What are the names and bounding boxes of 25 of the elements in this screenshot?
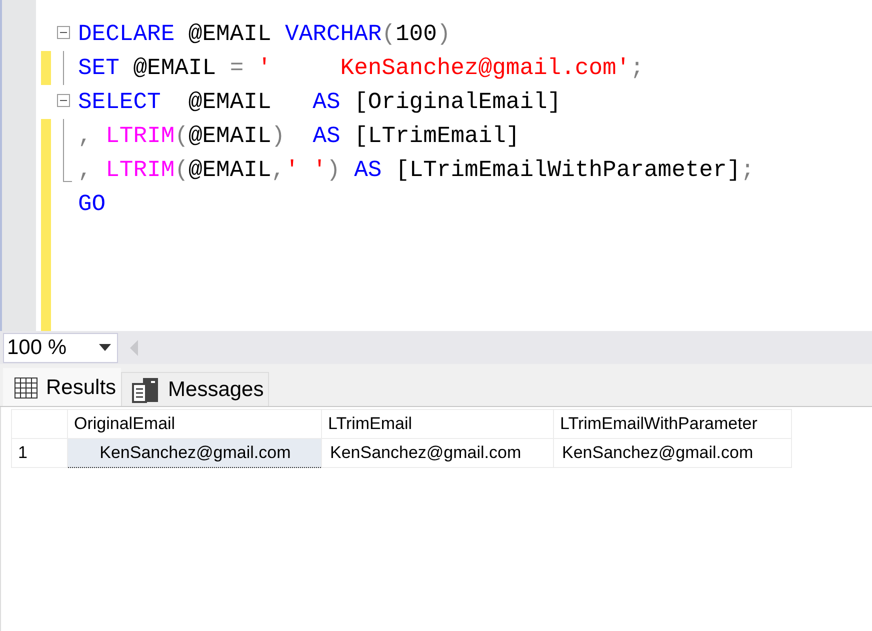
column-header[interactable]: OriginalEmail — [68, 410, 322, 438]
zoom-dropdown[interactable]: 100 % — [3, 332, 118, 362]
code-line: GO — [78, 191, 106, 217]
grid-icon — [14, 376, 38, 398]
table-cell[interactable]: KenSanchez@gmail.com — [68, 438, 322, 468]
code-line: SET @EMAIL = ' KenSanchez@gmail.com'; — [78, 55, 644, 81]
table-cell[interactable]: KenSanchez@gmail.com — [322, 438, 554, 468]
column-header[interactable]: LTrimEmailWithParameter — [554, 410, 792, 438]
collapse-icon[interactable] — [57, 26, 70, 39]
collapse-icon[interactable] — [57, 94, 70, 107]
column-header[interactable]: LTrimEmail — [322, 410, 554, 438]
code-line: SELECT @EMAIL AS [OriginalEmail] — [78, 89, 562, 115]
row-number: 1 — [12, 438, 68, 468]
code-line: , LTRIM(@EMAIL) AS [LTrimEmail] — [78, 123, 520, 149]
code-line: , LTRIM(@EMAIL,' ') AS [LTrimEmailWithParameter]; — [78, 157, 754, 183]
tab-label: Results — [46, 376, 116, 400]
tab-label: Messages — [168, 378, 264, 402]
results-tab[interactable]: Messages — [121, 372, 269, 406]
results-tab[interactable]: Results — [3, 368, 122, 406]
document-icon — [132, 376, 160, 404]
fold-line — [63, 51, 64, 85]
corner-cell — [12, 410, 68, 438]
caret-icon — [99, 344, 111, 351]
code-line: DECLARE @EMAIL VARCHAR(100) — [78, 21, 451, 47]
table-cell[interactable]: KenSanchez@gmail.com — [554, 438, 792, 468]
